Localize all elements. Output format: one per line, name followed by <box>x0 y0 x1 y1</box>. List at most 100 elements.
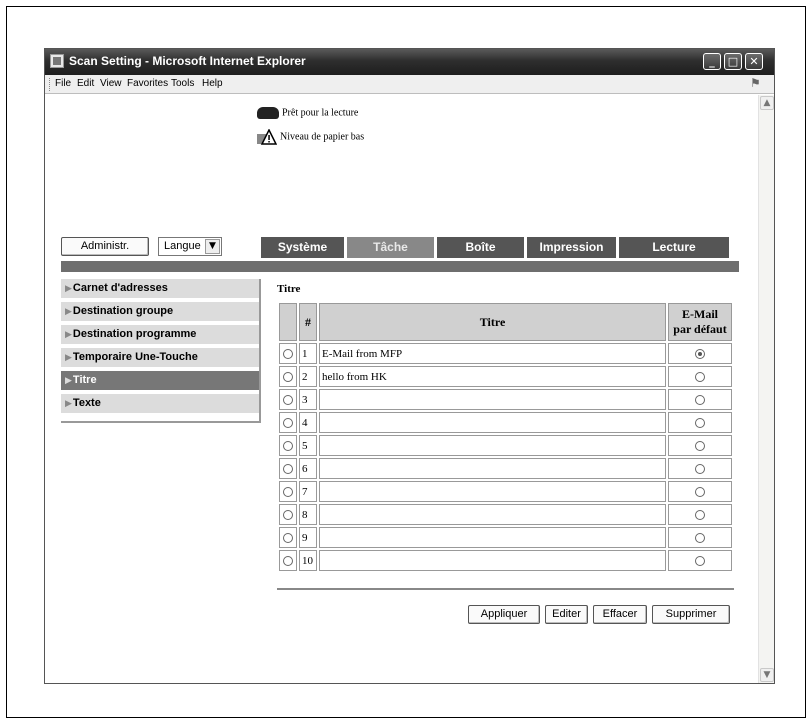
nav-item-titre[interactable]: ▶Titre <box>61 371 259 392</box>
table-row: 6 <box>279 458 732 479</box>
status-paper-low-text: Niveau de papier bas <box>280 131 365 143</box>
nav-item-temporaire[interactable]: ▶Temporaire Une-Touche <box>61 348 259 369</box>
table-row: 8 <box>279 504 732 525</box>
row-select-radio[interactable] <box>279 550 297 571</box>
row-default-radio[interactable] <box>668 527 732 548</box>
row-select-radio[interactable] <box>279 389 297 410</box>
edit-button[interactable]: Editer <box>545 605 588 624</box>
browser-window: Scan Setting - Microsoft Internet Explor… <box>44 48 775 684</box>
row-title: hello from HK <box>319 366 666 387</box>
row-number: 3 <box>299 389 317 410</box>
row-select-radio[interactable] <box>279 504 297 525</box>
radio-icon <box>695 417 705 428</box>
row-default-radio[interactable] <box>668 343 732 364</box>
radio-icon <box>695 394 705 405</box>
row-default-radio[interactable] <box>668 389 732 410</box>
table-row: 2 hello from HK <box>279 366 732 387</box>
ie-icon <box>50 54 64 68</box>
row-number: 5 <box>299 435 317 456</box>
row-select-radio[interactable] <box>279 343 297 364</box>
menu-file[interactable]: File <box>55 78 71 89</box>
nav-item-destination-programme[interactable]: ▶Destination programme <box>61 325 259 346</box>
row-default-radio[interactable] <box>668 435 732 456</box>
row-default-radio[interactable] <box>668 550 732 571</box>
row-number: 8 <box>299 504 317 525</box>
admin-button[interactable]: Administr. <box>61 237 149 256</box>
radio-icon <box>695 348 705 359</box>
tab-systeme[interactable]: Système <box>261 237 347 258</box>
status-ready: Prêt pour la lecture <box>257 107 358 119</box>
radio-icon <box>695 509 705 520</box>
nav-item-texte[interactable]: ▶Texte <box>61 394 259 415</box>
row-default-radio[interactable] <box>668 504 732 525</box>
windows-flag-icon: ⚑ <box>750 76 761 90</box>
row-default-radio[interactable] <box>668 458 732 479</box>
table-row: 3 <box>279 389 732 410</box>
row-title <box>319 458 666 479</box>
row-default-radio[interactable] <box>668 412 732 433</box>
nav-item-destination-groupe[interactable]: ▶Destination groupe <box>61 302 259 323</box>
row-title <box>319 481 666 502</box>
language-select-value: Langue <box>164 240 201 252</box>
row-default-radio[interactable] <box>668 366 732 387</box>
radio-icon <box>695 440 705 451</box>
table-row: 5 <box>279 435 732 456</box>
window-title: Scan Setting - Microsoft Internet Explor… <box>69 54 306 68</box>
row-number: 4 <box>299 412 317 433</box>
radio-icon <box>283 371 293 382</box>
menu-help[interactable]: Help <box>202 78 223 89</box>
tab-tache[interactable]: Tâche <box>347 237 437 258</box>
delete-button[interactable]: Supprimer <box>652 605 730 624</box>
radio-icon <box>283 417 293 428</box>
language-select[interactable]: Langue ▼ <box>158 237 222 256</box>
radio-icon <box>283 509 293 520</box>
nav-label: Titre <box>72 374 97 386</box>
menu-tools[interactable]: Tools <box>171 78 194 89</box>
table-row: 10 <box>279 550 732 571</box>
row-default-radio[interactable] <box>668 481 732 502</box>
menu-favorites[interactable]: Favorites <box>127 78 168 89</box>
scroll-down-icon[interactable]: ▼ <box>760 668 774 682</box>
tab-lecture[interactable]: Lecture <box>619 237 729 258</box>
apply-button[interactable]: Appliquer <box>468 605 540 624</box>
vertical-scrollbar[interactable]: ▲ ▼ <box>758 95 774 683</box>
arrow-right-icon: ▶ <box>65 353 72 363</box>
menu-edit[interactable]: Edit <box>77 78 94 89</box>
arrow-right-icon: ▶ <box>65 307 72 317</box>
radio-icon <box>695 371 705 382</box>
radio-icon <box>283 394 293 405</box>
tab-boite[interactable]: Boîte <box>437 237 527 258</box>
page-content: Prêt pour la lecture Niveau de papier ba… <box>45 95 758 683</box>
warning-icon <box>257 129 277 145</box>
arrow-right-icon: ▶ <box>65 330 72 340</box>
row-number: 1 <box>299 343 317 364</box>
table-row: 1 E-Mail from MFP <box>279 343 732 364</box>
maximize-button[interactable]: □ <box>724 53 742 70</box>
table-row: 9 <box>279 527 732 548</box>
row-select-radio[interactable] <box>279 435 297 456</box>
menu-bar: File Edit View Favorites Tools Help ⚑ <box>45 75 774 94</box>
row-select-radio[interactable] <box>279 458 297 479</box>
table-row: 4 <box>279 412 732 433</box>
divider <box>277 588 734 590</box>
nav-label: Carnet d'adresses <box>72 282 168 294</box>
row-select-radio[interactable] <box>279 412 297 433</box>
row-number: 10 <box>299 550 317 571</box>
tab-impression[interactable]: Impression <box>527 237 619 258</box>
menu-view[interactable]: View <box>100 78 122 89</box>
minimize-button[interactable]: _ <box>703 53 721 70</box>
nav-label: Temporaire Une-Touche <box>72 351 198 363</box>
nav-item-carnet[interactable]: ▶Carnet d'adresses <box>61 279 259 300</box>
row-select-radio[interactable] <box>279 366 297 387</box>
close-button[interactable]: ✕ <box>745 53 763 70</box>
row-select-radio[interactable] <box>279 481 297 502</box>
radio-icon <box>283 486 293 497</box>
title-table: # Titre E-Mail par défaut 1 E-Mail from MF… <box>277 301 734 573</box>
radio-icon <box>283 532 293 543</box>
row-select-radio[interactable] <box>279 527 297 548</box>
row-title <box>319 504 666 525</box>
status-ready-text: Prêt pour la lecture <box>282 107 359 119</box>
clear-button[interactable]: Effacer <box>593 605 647 624</box>
status-paper-low: Niveau de papier bas <box>257 129 364 145</box>
scroll-up-icon[interactable]: ▲ <box>760 96 774 110</box>
